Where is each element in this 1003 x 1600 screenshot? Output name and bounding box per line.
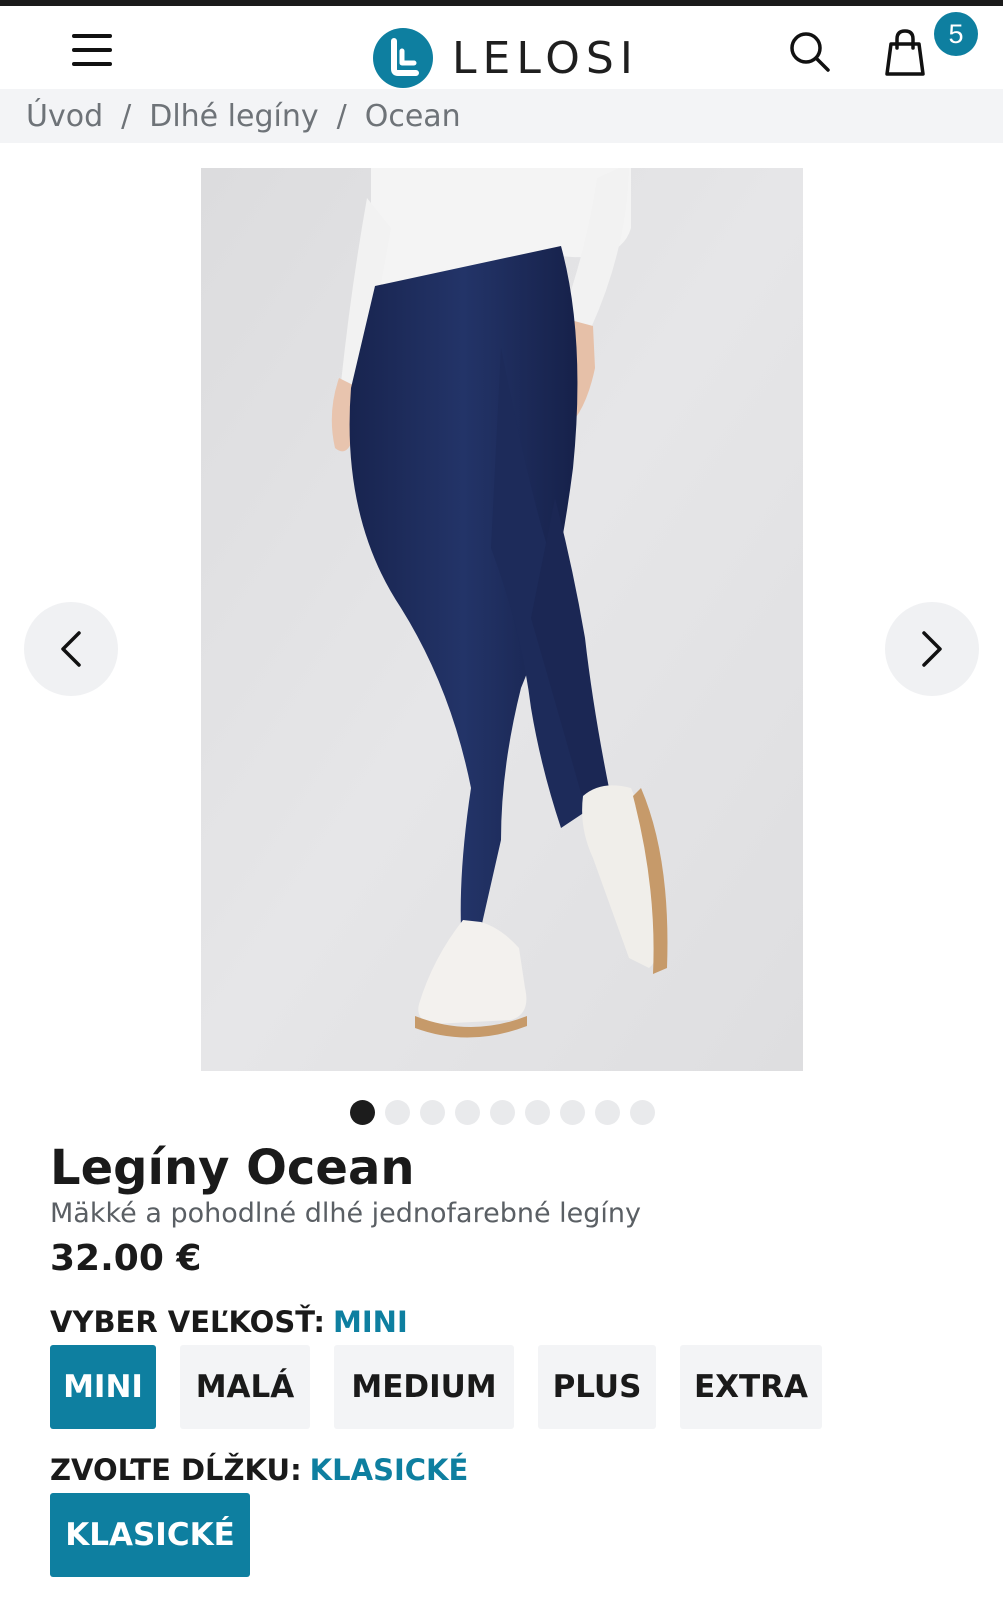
chevron-right-icon xyxy=(922,631,942,667)
length-option-klasicke[interactable]: KLASICKÉ xyxy=(50,1493,250,1577)
shopping-bag-icon[interactable] xyxy=(882,28,928,78)
chevron-left-icon xyxy=(61,631,81,667)
gallery-dot[interactable] xyxy=(385,1100,410,1125)
product-image[interactable] xyxy=(201,168,803,1071)
gallery-next-button[interactable] xyxy=(885,602,979,696)
size-option-plus[interactable]: PLUS xyxy=(538,1345,656,1429)
gallery-pagination xyxy=(350,1100,655,1125)
site-header: LELOSI 5 xyxy=(0,6,1003,89)
breadcrumb: Úvod / Dlhé legíny / Ocean xyxy=(0,89,1003,143)
brand-logo[interactable]: LELOSI xyxy=(372,26,639,90)
size-selected-value: MINI xyxy=(333,1305,408,1339)
length-options: KLASICKÉ xyxy=(50,1493,250,1577)
search-icon[interactable] xyxy=(788,30,832,74)
size-option-medium[interactable]: MEDIUM xyxy=(334,1345,514,1429)
gallery-dot[interactable] xyxy=(630,1100,655,1125)
cart-count-badge[interactable]: 5 xyxy=(934,12,978,56)
brand-name: LELOSI xyxy=(452,32,639,84)
length-selected-value: KLASICKÉ xyxy=(309,1453,469,1487)
gallery-dot[interactable] xyxy=(560,1100,585,1125)
breadcrumb-home[interactable]: Úvod xyxy=(26,99,103,134)
gallery-dot[interactable] xyxy=(525,1100,550,1125)
breadcrumb-category[interactable]: Dlhé legíny xyxy=(149,99,318,134)
gallery-dot[interactable] xyxy=(420,1100,445,1125)
size-options: MINI MALÁ MEDIUM PLUS EXTRA xyxy=(50,1345,822,1429)
product-title: Legíny Ocean xyxy=(50,1140,415,1196)
breadcrumb-separator: / xyxy=(121,98,132,134)
length-selector-label: ZVOĽTE DĹŽKU: KLASICKÉ xyxy=(50,1453,468,1487)
breadcrumb-current: Ocean xyxy=(364,98,461,134)
menu-bar xyxy=(72,62,112,66)
product-price: 32.00 € xyxy=(50,1238,202,1279)
gallery-prev-button[interactable] xyxy=(24,602,118,696)
size-option-mini[interactable]: MINI xyxy=(50,1345,156,1429)
size-selector-label: VYBER VEĽKOSŤ: MINI xyxy=(50,1305,408,1339)
size-label-text: VYBER VEĽKOSŤ: xyxy=(50,1305,326,1339)
gallery-dot[interactable] xyxy=(350,1100,375,1125)
gallery-dot[interactable] xyxy=(595,1100,620,1125)
product-subtitle: Mäkké a pohodlné dlhé jednofarebné legín… xyxy=(50,1198,641,1229)
menu-bar xyxy=(72,34,112,38)
length-label-text: ZVOĽTE DĹŽKU: xyxy=(50,1453,302,1487)
gallery-dot[interactable] xyxy=(455,1100,480,1125)
menu-bar xyxy=(72,48,112,52)
size-option-mala[interactable]: MALÁ xyxy=(180,1345,310,1429)
logo-mark-icon xyxy=(373,28,433,88)
size-option-extra[interactable]: EXTRA xyxy=(680,1345,822,1429)
menu-icon[interactable] xyxy=(70,30,114,70)
gallery-dot[interactable] xyxy=(490,1100,515,1125)
breadcrumb-separator: / xyxy=(336,98,347,134)
